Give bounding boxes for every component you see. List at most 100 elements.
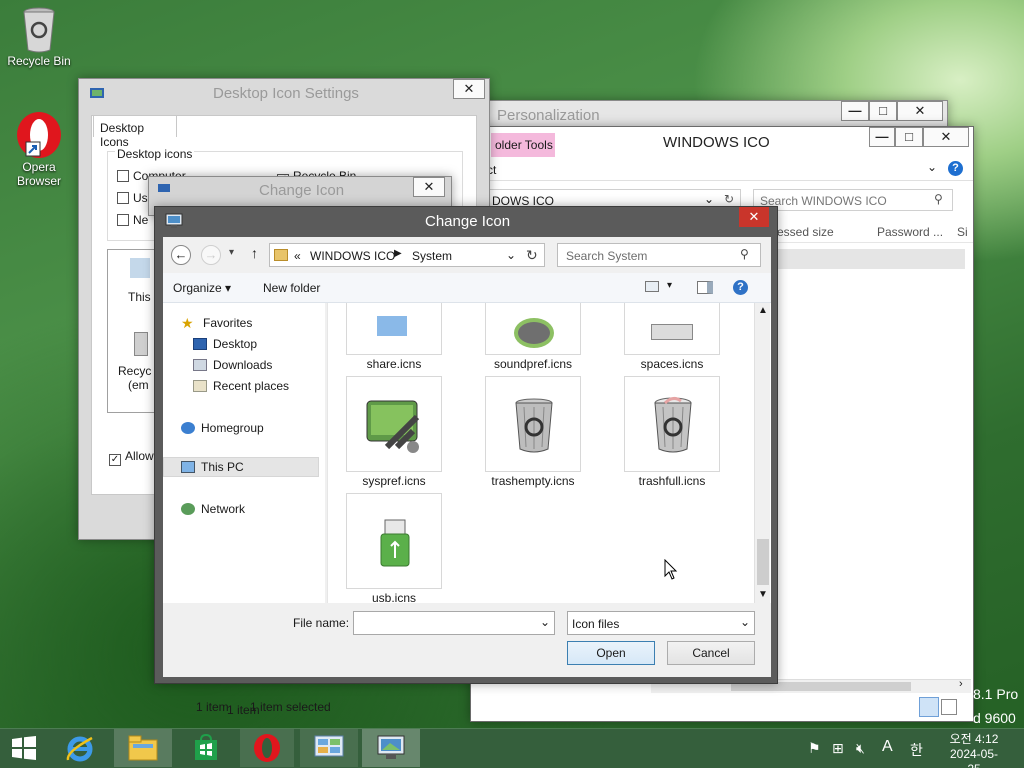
close-button[interactable]: ✕ — [413, 177, 445, 197]
icon-preview-list[interactable]: This Recyc (em — [107, 249, 157, 413]
cancel-button[interactable]: Cancel — [667, 641, 755, 665]
desktop-icon — [193, 338, 207, 350]
volume-muted-icon[interactable]: 🔇︎ — [856, 740, 865, 757]
ribbon-tab-folder-tools[interactable]: older Tools — [491, 133, 555, 157]
ime-mode-indicator[interactable]: A — [882, 738, 893, 756]
maximize-button[interactable]: □ — [869, 101, 897, 121]
trash-empty-icon — [485, 376, 581, 472]
column-header[interactable]: ressed size — [773, 225, 834, 239]
opera-icon — [17, 112, 61, 158]
file-item[interactable]: usb.icns — [334, 493, 454, 603]
desktop-icon-label: Opera Browser — [16, 160, 61, 188]
breadcrumb-item[interactable]: System — [412, 249, 452, 263]
nav-this-pc[interactable]: This PC — [181, 457, 244, 477]
address-bar[interactable]: « WINDOWS ICO ▶ System ⌄ ↻ — [269, 243, 545, 267]
folder-icon — [274, 249, 288, 261]
chevron-down-icon[interactable]: ⌄ — [927, 160, 937, 174]
status-selected: 1 item selected — [250, 700, 331, 714]
organize-button[interactable]: Organize ▾ — [173, 281, 231, 295]
close-button[interactable]: ✕ — [453, 79, 485, 99]
view-options-icon[interactable]: ▾ — [667, 280, 672, 291]
help-icon[interactable]: ? — [733, 280, 748, 295]
search-input[interactable]: Search System ⚲ — [557, 243, 761, 267]
file-item[interactable]: spaces.icns — [612, 303, 732, 371]
file-type-select[interactable]: Icon files ⌄ — [567, 611, 755, 635]
forward-button[interactable]: → — [201, 245, 221, 265]
taskbar-store[interactable] — [180, 729, 232, 767]
action-center-flag-icon[interactable]: ⚑ — [808, 740, 821, 757]
window-title: Personalization — [497, 107, 600, 124]
checkbox-network[interactable]: Ne — [117, 213, 148, 227]
display-icon — [165, 213, 183, 228]
file-item[interactable]: share.icns — [334, 303, 454, 371]
refresh-icon[interactable]: ↻ — [724, 192, 734, 206]
back-button[interactable]: ← — [171, 245, 191, 265]
taskbar-control-panel[interactable] — [300, 729, 358, 767]
change-icon-dialog[interactable]: Change Icon ✕ ← → ▾ ↑ « WINDOWS ICO ▶ Sy… — [154, 206, 778, 684]
help-icon[interactable]: ? — [948, 161, 963, 176]
settings-icon — [158, 184, 170, 192]
clock[interactable]: 오전 4:12 2024-05-25 — [944, 732, 1004, 768]
chevron-down-icon[interactable]: ⌄ — [540, 615, 550, 629]
mouse-cursor-icon — [664, 559, 678, 580]
navigation-pane: ★ Favorites Desktop Downloads Recent plac… — [163, 303, 325, 603]
selected-row[interactable] — [771, 249, 965, 269]
taskbar-opera[interactable] — [240, 729, 294, 767]
change-view-icon[interactable] — [645, 281, 659, 292]
checkbox-allow-themes[interactable]: ✓ Allow — [109, 449, 154, 466]
recent-locations-icon[interactable]: ▾ — [229, 247, 234, 258]
close-button[interactable]: ✕ — [739, 207, 769, 227]
scroll-down-icon[interactable]: ▼ — [758, 589, 768, 600]
nav-favorites[interactable]: ★ Favorites — [181, 313, 252, 333]
tab-desktop-icons[interactable]: Desktop Icons — [93, 115, 177, 149]
taskbar-file-explorer[interactable] — [114, 729, 172, 767]
desktop-icon-recycle-bin[interactable]: Recycle Bin — [1, 6, 77, 68]
nav-recent-places[interactable]: Recent places — [193, 376, 289, 396]
nav-homegroup[interactable]: Homegroup — [181, 418, 264, 438]
search-input[interactable]: Search WINDOWS ICO ⚲ — [753, 189, 953, 211]
preview-pane-icon[interactable] — [697, 281, 713, 294]
window-title: WINDOWS ICO — [663, 134, 770, 151]
chevron-down-icon[interactable]: ⌄ — [506, 248, 516, 262]
breadcrumb-item[interactable]: WINDOWS ICO — [310, 249, 395, 263]
vertical-scrollbar[interactable]: ▲ ▼ — [754, 303, 770, 603]
nav-downloads[interactable]: Downloads — [193, 355, 272, 375]
scroll-thumb[interactable] — [757, 539, 769, 585]
minimize-button[interactable]: — — [841, 101, 869, 121]
nav-desktop[interactable]: Desktop — [193, 334, 257, 354]
system-preferences-icon — [346, 376, 442, 472]
file-name-input[interactable]: ⌄ — [353, 611, 555, 635]
file-item[interactable]: soundpref.icns — [473, 303, 593, 371]
maximize-button[interactable]: □ — [895, 127, 923, 147]
taskbar-internet-explorer[interactable] — [54, 729, 106, 767]
desktop-icon-opera[interactable]: Opera Browser — [1, 110, 77, 188]
taskbar-personalization[interactable] — [362, 729, 420, 767]
new-folder-button[interactable]: New folder — [263, 281, 320, 295]
checkbox-user[interactable]: Us — [117, 191, 148, 205]
scroll-up-icon[interactable]: ▲ — [758, 305, 768, 316]
settings-icon — [90, 88, 104, 98]
toolbar: Organize ▾ New folder ▾ ? — [163, 273, 771, 303]
group-label: Desktop icons — [115, 147, 195, 161]
chevron-right-icon[interactable]: ▶ — [394, 248, 402, 259]
close-button[interactable]: ✕ — [923, 127, 969, 147]
file-item[interactable]: trashempty.icns — [473, 376, 593, 488]
close-button[interactable]: ✕ — [897, 101, 943, 121]
trash-full-icon — [624, 376, 720, 472]
hangul-indicator[interactable]: 한 — [910, 740, 923, 760]
network-icon[interactable]: ⊞ — [832, 740, 844, 757]
start-button[interactable] — [0, 729, 48, 767]
column-header[interactable]: Si — [957, 225, 968, 239]
refresh-icon[interactable]: ↻ — [526, 247, 538, 264]
nav-network[interactable]: Network — [181, 499, 245, 519]
minimize-button[interactable]: — — [869, 127, 895, 147]
up-button[interactable]: ↑ — [251, 245, 258, 261]
chevron-down-icon[interactable]: ⌄ — [740, 615, 750, 629]
details-view-icon[interactable] — [919, 697, 939, 717]
column-header[interactable]: Password ... — [877, 225, 943, 239]
file-item[interactable]: trashfull.icns — [612, 376, 732, 488]
file-item[interactable]: syspref.icns — [334, 376, 454, 488]
scroll-right-icon[interactable]: › — [959, 678, 963, 690]
open-button[interactable]: Open — [567, 641, 655, 665]
large-icons-view-icon[interactable] — [941, 699, 957, 715]
